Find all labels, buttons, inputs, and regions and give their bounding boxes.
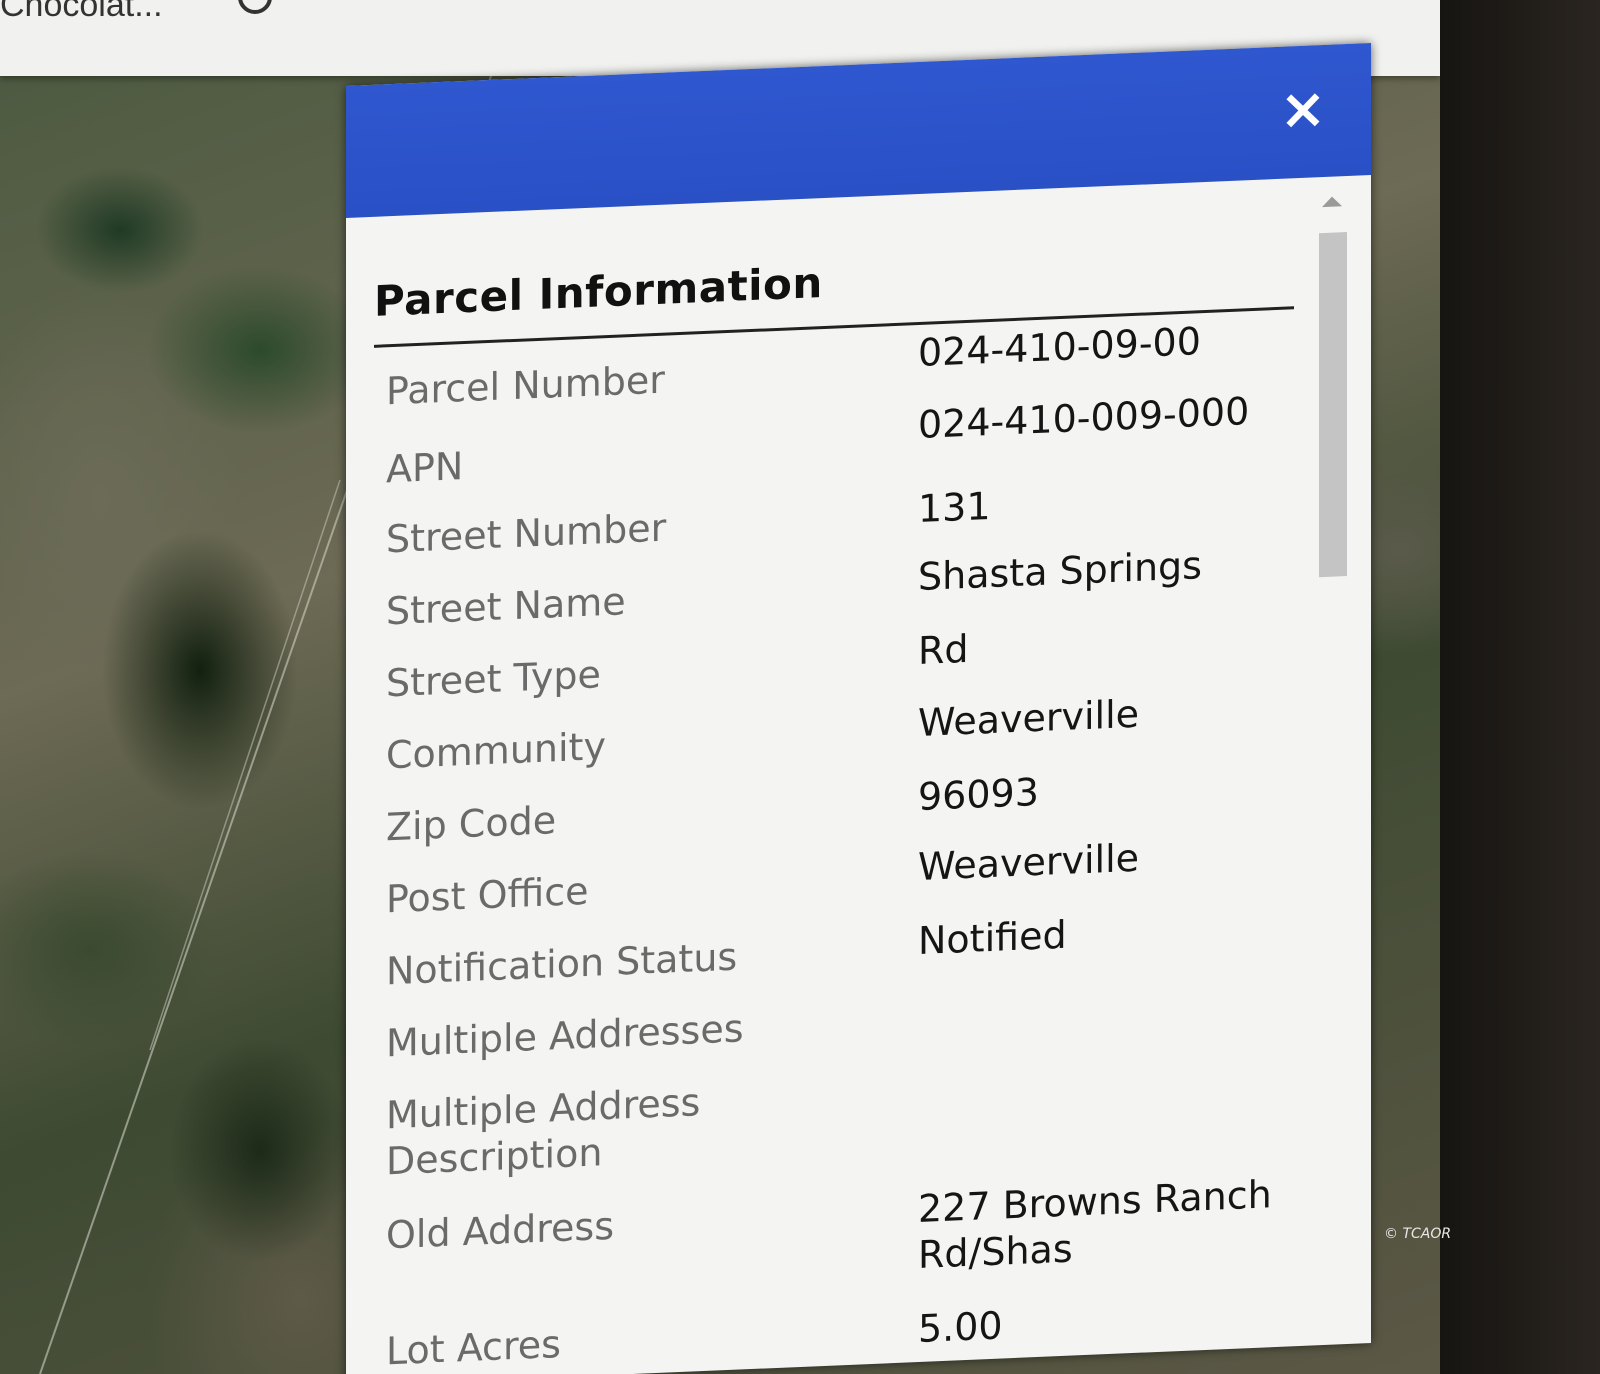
field-value: Shasta Springs (918, 543, 1202, 600)
field-value: 5.00 (918, 1303, 1003, 1352)
field-value: 024-410-009-000 (918, 389, 1250, 448)
field-value (918, 980, 1338, 998)
field-label: Street Number (386, 505, 667, 562)
field-value (918, 1052, 1338, 1070)
monitor-bezel (1440, 0, 1600, 1374)
field-label: Multiple Address Description (386, 1080, 701, 1184)
field-label: Notification Status (386, 934, 738, 994)
panel-title: Parcel Information (374, 258, 823, 326)
field-row-parcel-number: Parcel Number 024-410-09-00 (346, 319, 1306, 413)
field-label: APN (386, 444, 464, 492)
close-icon[interactable]: × (1275, 76, 1331, 143)
field-label: Lot Acres (386, 1321, 561, 1374)
field-label: Multiple Addresses (386, 1006, 744, 1066)
field-value: Weaverville (918, 835, 1140, 890)
field-value: 96093 (918, 769, 1039, 820)
tab-status-icon[interactable] (238, 0, 272, 14)
field-label: Old Address (386, 1203, 614, 1258)
tab-label[interactable]: Chocolat... (0, 0, 163, 25)
field-label: Post Office (386, 868, 589, 922)
field-value: Notified (918, 912, 1067, 964)
field-value: Rd (918, 626, 969, 674)
field-row-lot-acres: Lot Acres 5.00 (346, 1290, 1306, 1373)
scroll-up-arrow-icon[interactable] (1322, 196, 1342, 208)
field-label: Zip Code (386, 798, 557, 850)
parcel-info-popup: × Parcel Information Parcel Number 024-4… (346, 43, 1371, 1374)
field-value: 227 Browns Ranch Rd/Shas (918, 1172, 1272, 1278)
popup-body[interactable]: Parcel Information Parcel Number 024-410… (346, 175, 1371, 1374)
field-label: Community (386, 724, 606, 778)
watermark: © TCAOR (1384, 1226, 1452, 1242)
field-label: Street Name (386, 579, 626, 634)
field-value: Weaverville (918, 691, 1140, 746)
field-label: Parcel Number (386, 357, 665, 414)
field-row-apn: APN 024-410-009-000 (346, 389, 1306, 491)
field-value: 131 (918, 483, 991, 532)
photo-stage: Chocolat... × Parcel Information Parcel … (0, 0, 1600, 1374)
field-label: Street Type (386, 652, 601, 706)
